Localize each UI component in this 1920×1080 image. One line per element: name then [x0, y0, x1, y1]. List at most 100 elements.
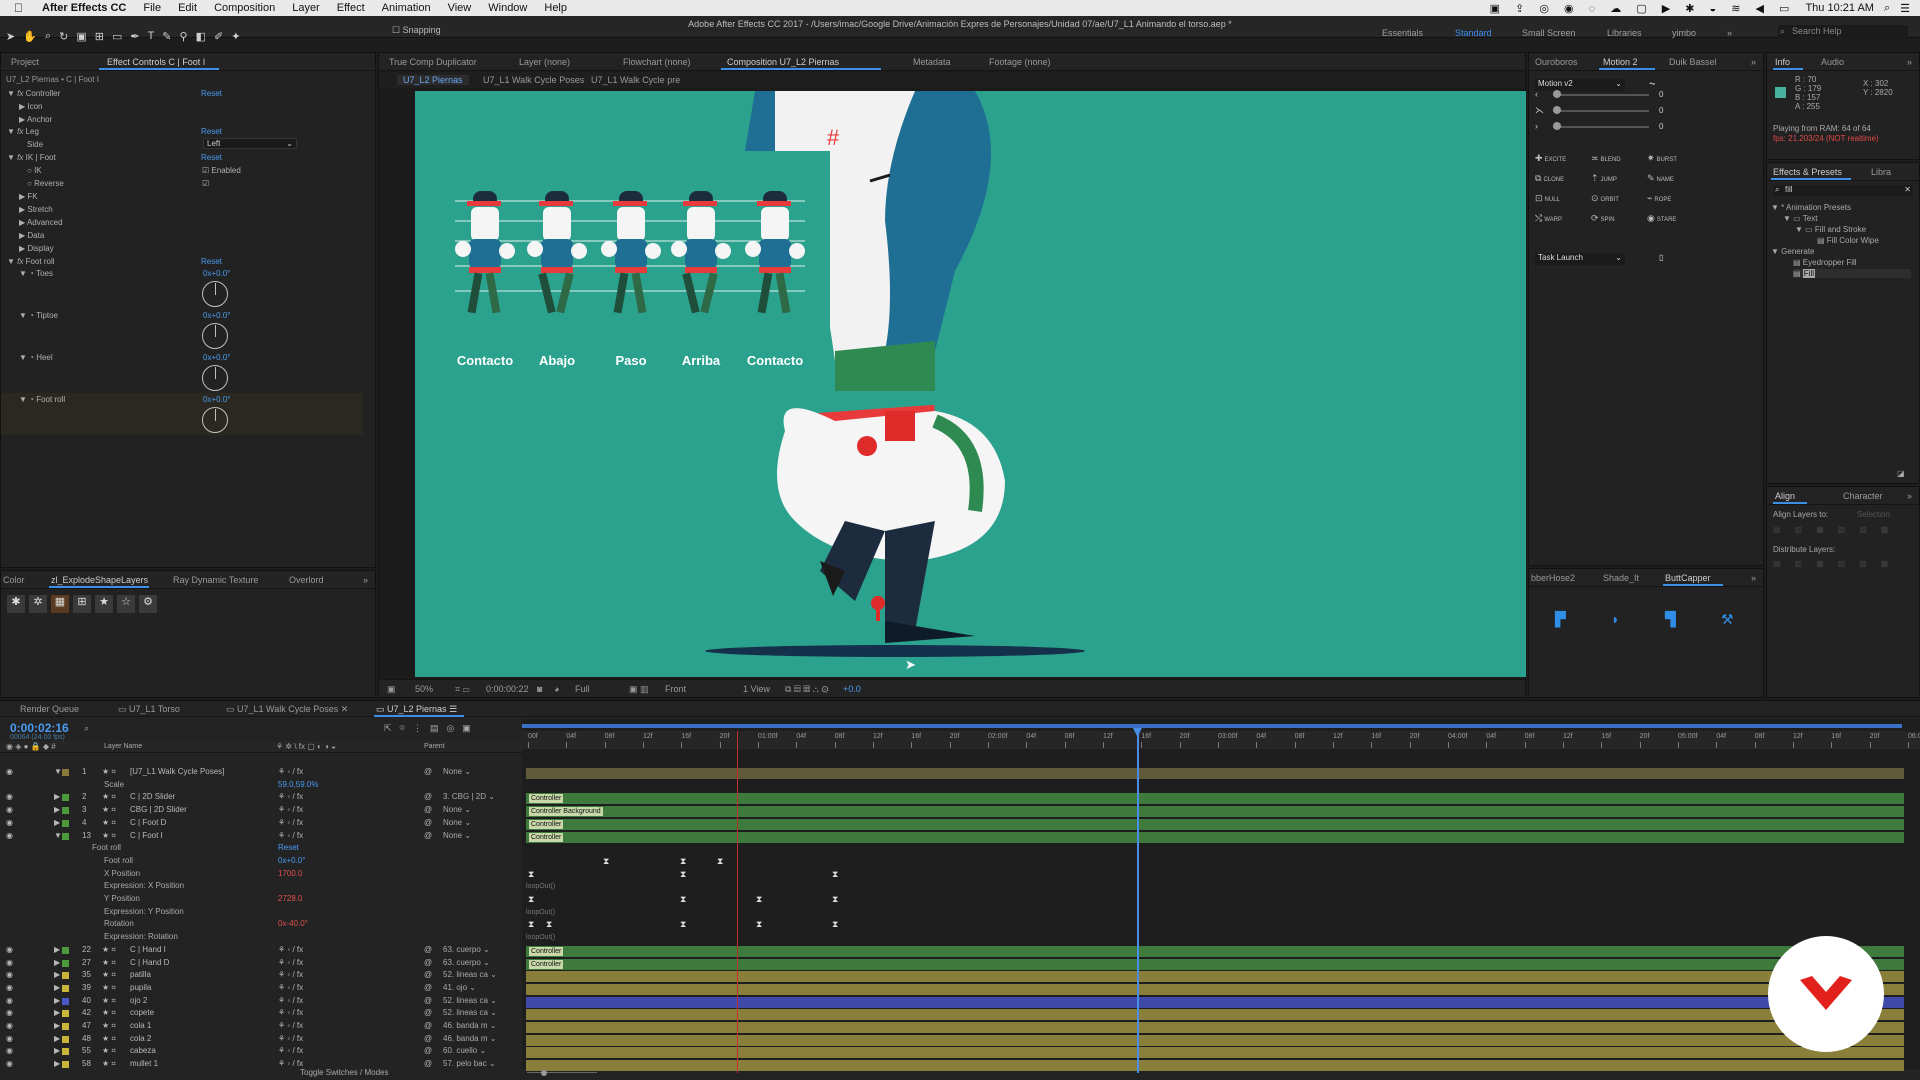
ec-stretch[interactable]: ▶ Stretch — [19, 205, 53, 214]
layer-name[interactable]: C | Hand I — [130, 945, 166, 954]
zoom-slider[interactable] — [527, 1070, 597, 1076]
search-help-input[interactable]: ⌕ Search Help — [1778, 25, 1908, 38]
parent-header[interactable]: Parent — [424, 743, 445, 750]
ec-data[interactable]: ▶ Data — [19, 231, 44, 240]
stamp-tool-icon[interactable]: ⚲ — [180, 30, 188, 43]
layer-name[interactable]: pupila — [130, 983, 151, 992]
layer-switches[interactable]: ⚘ ◦ / fx — [278, 970, 303, 979]
property-row[interactable]: Foot roll 0x+0.0° — [0, 856, 522, 868]
motion-button-blend[interactable]: ≍ BLEND — [1591, 153, 1621, 164]
expand-arrow-icon[interactable]: ▶ — [54, 1008, 60, 1017]
property-value[interactable]: 2728.0 — [278, 894, 302, 903]
menu-composition[interactable]: Composition — [214, 2, 275, 14]
explode-split-icon[interactable]: ✲ — [29, 595, 47, 613]
tab-composition[interactable]: Composition U7_L2 Piernas — [727, 57, 839, 67]
layer-switches[interactable]: ⚘ ◦ / fx — [278, 1021, 303, 1030]
keyframe-icon[interactable]: ⧗ — [832, 894, 838, 905]
eye-icon[interactable]: ◉ — [6, 1059, 13, 1068]
property-name[interactable]: Expression: X Position — [104, 881, 184, 890]
property-name[interactable]: Rotation — [104, 919, 134, 928]
expand-arrow-icon[interactable]: ▶ — [54, 805, 60, 814]
region-icon[interactable]: ▣ ▥ — [629, 684, 649, 695]
curve-graph-icon[interactable]: ⏦ — [1649, 79, 1656, 89]
tab-ray-dynamic-texture[interactable]: Ray Dynamic Texture — [173, 575, 258, 585]
type-tool-icon[interactable]: T — [148, 30, 155, 43]
toes-value[interactable]: 0x+0.0° — [203, 269, 230, 278]
label-color-swatch[interactable] — [62, 819, 69, 827]
layer-switches[interactable]: ⚘ ◦ / fx — [278, 818, 303, 827]
timeline-switches-icons[interactable]: ⇱⌾⋮▤◎▣ — [384, 723, 479, 734]
property-value[interactable]: Reset — [278, 843, 299, 852]
layer-track-bar[interactable] — [526, 768, 1904, 779]
parent-dropdown[interactable]: 3. CBG | 2D ⌄ — [443, 792, 495, 801]
tab-align[interactable]: Align — [1775, 491, 1795, 501]
layer-track-bar[interactable] — [526, 1060, 1904, 1072]
pickwhip-icon[interactable]: @ — [424, 792, 432, 801]
layer-row[interactable]: ◉ ▶ 42 ★ ⌗ copete ⚘ ◦ / fx @52. lineas ca ⌄ — [0, 1008, 522, 1020]
keyframe-icon[interactable]: ⧗ — [680, 894, 686, 905]
parent-dropdown[interactable]: 57. pelo bac ⌄ — [443, 1059, 496, 1068]
property-row[interactable]: Rotation 0x-40.0° — [0, 919, 522, 931]
brush-tool-icon[interactable]: ✎ — [162, 30, 171, 43]
cap-square-icon[interactable]: ▜ — [1665, 611, 1676, 628]
tab-shade-it[interactable]: Shade_It — [1603, 573, 1639, 583]
ec-controller-reset[interactable]: Reset — [201, 89, 222, 98]
keyframe-icon[interactable]: ⧗ — [756, 919, 762, 930]
ec-anchor[interactable]: ▶ Anchor — [19, 115, 52, 124]
reverse-checkbox[interactable]: ☑ — [202, 179, 209, 188]
label-color-swatch[interactable] — [62, 1035, 69, 1043]
tab-effects-presets[interactable]: Effects & Presets — [1773, 167, 1842, 177]
task-launch-dropdown[interactable]: Task Launch ⌄ — [1535, 253, 1625, 265]
layer-switches[interactable]: ⚘ ◦ / fx — [278, 983, 303, 992]
rotate-tool-icon[interactable]: ↻ — [59, 30, 68, 43]
ec-toes-label[interactable]: ▼ ◔ Toes — [19, 269, 53, 278]
layer-track-bar[interactable] — [526, 971, 1904, 983]
pen-tool-icon[interactable]: ✒ — [130, 30, 139, 43]
workspace-essentials[interactable]: Essentials — [1382, 28, 1423, 38]
parent-dropdown[interactable]: 52. lineas ca ⌄ — [443, 970, 497, 979]
layer-name[interactable]: cola 2 — [130, 1034, 151, 1043]
pickwhip-icon[interactable]: @ — [424, 831, 432, 840]
property-name[interactable]: Expression: Rotation — [104, 932, 178, 941]
tab-motion-2[interactable]: Motion 2 — [1603, 57, 1638, 67]
label-color-swatch[interactable] — [62, 984, 69, 992]
layer-row[interactable]: ◉ ▶ 35 ★ ⌗ patilla ⚘ ◦ / fx @52. lineas ca ⌄ — [0, 970, 522, 982]
tab-u7-l1-torso[interactable]: ▭ U7_L1 Torso — [118, 704, 180, 715]
motion-button-orbit[interactable]: ⊙ ORBIT — [1591, 193, 1619, 204]
expression-text[interactable]: loopOut() — [526, 883, 555, 890]
property-name[interactable]: X Position — [104, 869, 140, 878]
layer-switches[interactable]: ⚘ ◦ / fx — [278, 1059, 303, 1068]
label-color-swatch[interactable] — [62, 807, 69, 815]
pickwhip-icon[interactable]: @ — [424, 805, 432, 814]
tiptoe-dial[interactable] — [202, 323, 228, 349]
parent-dropdown[interactable]: None ⌄ — [443, 767, 471, 776]
label-color-swatch[interactable] — [62, 832, 69, 840]
puppet-tool-icon[interactable]: ✦ — [231, 30, 240, 43]
tab-duik-bassel[interactable]: Duik Bassel — [1669, 57, 1717, 67]
motion-slider-handle[interactable] — [1553, 90, 1561, 98]
wrench-icon[interactable]: ⚒ — [1721, 611, 1734, 628]
ec-ik-foot[interactable]: ▼ fx IK | Foot — [7, 153, 56, 162]
layer-row[interactable]: ◉ ▼ 13 ★ ⌗ C | Foot I ⚘ ◦ / fx @ None ⌄ — [0, 831, 522, 843]
pickwhip-icon[interactable]: @ — [424, 958, 432, 967]
property-row[interactable]: X Position 1700.0 — [0, 869, 522, 881]
keyframe-icon[interactable]: ⧗ — [717, 856, 723, 867]
keyframe-icon[interactable]: ⧗ — [832, 869, 838, 880]
motion-button-name[interactable]: ✎ NAME — [1647, 173, 1674, 184]
property-name[interactable]: Foot roll — [92, 843, 121, 852]
star-filled-icon[interactable]: ★ — [95, 595, 113, 613]
exposure-value[interactable]: +0.0 — [843, 684, 861, 694]
layer-track-bar[interactable] — [526, 1034, 1904, 1046]
ec-icon[interactable]: ▶ Icon — [19, 102, 43, 111]
comp-crumb-walk-cycle-pre[interactable]: U7_L1 Walk Cycle pre — [591, 75, 680, 85]
expression-text[interactable]: loopOut() — [526, 909, 555, 916]
align-buttons[interactable]: ▤▥▦▧▨▩ — [1773, 525, 1902, 534]
tab-character[interactable]: Character — [1843, 491, 1883, 501]
label-color-swatch[interactable] — [62, 959, 69, 967]
expand-arrow-icon[interactable]: ▶ — [54, 818, 60, 827]
motion-button-stare[interactable]: ◉ STARE — [1647, 213, 1676, 224]
ik-enabled-checkbox[interactable]: ☑ Enabled — [202, 166, 241, 175]
pickwhip-icon[interactable]: @ — [424, 1008, 432, 1017]
eye-icon[interactable]: ◉ — [6, 945, 13, 954]
property-value[interactable]: 59.0,59.0% — [278, 780, 318, 789]
